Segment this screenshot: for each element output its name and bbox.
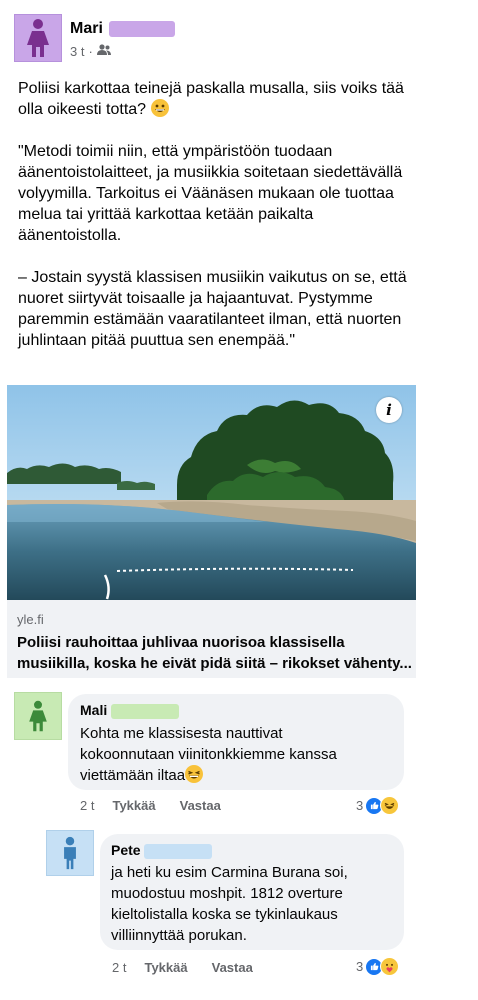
reaction-summary[interactable]: 3 xyxy=(356,796,400,815)
care-reaction-icon xyxy=(380,957,400,976)
post-time[interactable]: 3 t xyxy=(70,44,84,59)
comment-time[interactable]: 2 t xyxy=(80,798,94,813)
post-paragraph-2: "Metodi toimii niin, että ympäristöön tu… xyxy=(18,143,403,244)
comment-bubble[interactable]: Mali Kohta me klassisesta nauttivat koko… xyxy=(68,694,404,790)
link-preview-card[interactable]: i yle.fi Poliisi rauhoittaa juhlivaa nuo… xyxy=(7,385,416,678)
woman-icon xyxy=(29,700,47,732)
reaction-summary[interactable]: 3 xyxy=(356,957,400,976)
comment-avatar-mali[interactable] xyxy=(14,692,62,740)
post-meta: 3 t · xyxy=(70,44,111,59)
reaction-count: 3 xyxy=(356,959,364,974)
post-text: Poliisi karkottaa teinejä paskalla musal… xyxy=(18,78,418,351)
comment-author[interactable]: Mali xyxy=(80,702,180,719)
grinning-emoji-icon xyxy=(150,99,169,117)
author-name[interactable]: Mari xyxy=(70,20,176,38)
like-button[interactable]: Tykkää xyxy=(144,960,187,975)
comment-actions: 2 t Tykkää Vastaa xyxy=(112,960,277,975)
reaction-count: 3 xyxy=(356,798,364,813)
laughing-emoji-icon xyxy=(185,765,204,783)
like-button[interactable]: Tykkää xyxy=(112,798,155,813)
comment-actions: 2 t Tykkää Vastaa xyxy=(80,798,245,813)
comment-time[interactable]: 2 t xyxy=(112,960,126,975)
friends-privacy-icon[interactable] xyxy=(96,44,111,59)
redacted-name xyxy=(109,20,176,37)
author-name-text[interactable]: Mari xyxy=(70,20,103,37)
meta-separator: · xyxy=(88,44,93,59)
comment-avatar-pete[interactable] xyxy=(46,830,94,876)
link-preview-image[interactable]: i xyxy=(7,385,416,600)
post-paragraph-3: – Jostain syystä klassisen musiikin vaik… xyxy=(18,269,407,349)
man-icon xyxy=(64,836,76,870)
woman-icon xyxy=(27,19,49,57)
reply-bubble[interactable]: Pete ja heti ku esim Carmina Burana soi,… xyxy=(100,834,404,950)
link-preview-footer[interactable]: yle.fi Poliisi rauhoittaa juhlivaa nuori… xyxy=(7,600,416,678)
author-avatar[interactable] xyxy=(14,14,62,62)
reply-button[interactable]: Vastaa xyxy=(212,960,253,975)
haha-reaction-icon xyxy=(380,796,400,815)
comment-author[interactable]: Pete xyxy=(111,842,213,859)
redacted-name xyxy=(111,703,180,719)
reply-button[interactable]: Vastaa xyxy=(180,798,221,813)
post-paragraph-1: Poliisi karkottaa teinejä paskalla musal… xyxy=(18,80,404,118)
link-domain: yle.fi xyxy=(17,612,44,627)
info-icon[interactable]: i xyxy=(376,397,402,423)
comment-text: ja heti ku esim Carmina Burana soi, muod… xyxy=(111,864,348,944)
comment-text: Kohta me klassisesta nauttivat kokoonnut… xyxy=(80,725,337,784)
link-title[interactable]: Poliisi rauhoittaa juhlivaa nuorisoa kla… xyxy=(17,632,412,674)
redacted-name xyxy=(144,843,213,859)
